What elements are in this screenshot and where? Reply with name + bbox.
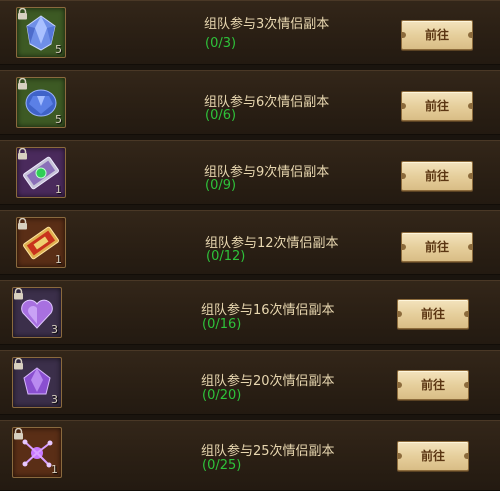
lock-icon (14, 358, 23, 370)
task-row: 1 组队参与9次情侣副本 (0/9) 前往 (0, 140, 500, 205)
reward-count: 1 (51, 463, 58, 476)
reward-count: 1 (55, 183, 62, 196)
task-name: 组队参与3次情侣副本 (204, 17, 330, 32)
task-progress: (0/12) (206, 249, 246, 264)
go-button[interactable]: 前往 (401, 20, 473, 50)
lock-icon (14, 428, 23, 440)
reward-count: 3 (51, 393, 58, 406)
reward-count: 5 (55, 43, 62, 56)
go-button[interactable]: 前往 (401, 161, 473, 191)
reward-slot[interactable]: 5 (16, 77, 66, 128)
task-row: 3 组队参与16次情侣副本 (0/16) 前往 (0, 280, 500, 345)
task-progress: (0/16) (202, 317, 242, 332)
reward-count: 1 (55, 253, 62, 266)
task-progress: (0/6) (205, 108, 237, 123)
task-row: 1 组队参与12次情侣副本 (0/12) 前往 (0, 210, 500, 275)
task-progress: (0/20) (202, 388, 242, 403)
go-button[interactable]: 前往 (397, 299, 469, 329)
lock-icon (18, 78, 27, 90)
lock-icon (14, 288, 23, 300)
task-row: 1 组队参与25次情侣副本 (0/25) 前往 (0, 420, 500, 491)
task-row: 3 组队参与20次情侣副本 (0/20) 前往 (0, 350, 500, 415)
task-progress: (0/9) (205, 178, 237, 193)
reward-count: 3 (51, 323, 58, 336)
reward-slot[interactable]: 3 (12, 357, 62, 408)
lock-icon (18, 148, 27, 160)
go-button[interactable]: 前往 (401, 232, 473, 262)
go-button[interactable]: 前往 (397, 441, 469, 471)
lock-icon (18, 8, 27, 20)
reward-slot[interactable]: 3 (12, 287, 62, 338)
reward-slot[interactable]: 5 (16, 7, 66, 58)
task-row: 5 组队参与3次情侣副本 (0/3) 前往 (0, 0, 500, 65)
reward-count: 5 (55, 113, 62, 126)
task-list: 5 组队参与3次情侣副本 (0/3) 前往 5 组队参与6次情侣副本 (0/6)… (0, 0, 500, 491)
task-row: 5 组队参与6次情侣副本 (0/6) 前往 (0, 70, 500, 135)
task-name: 组队参与25次情侣副本 (201, 444, 335, 459)
reward-slot[interactable]: 1 (12, 427, 62, 478)
lock-icon (18, 218, 27, 230)
task-progress: (0/3) (205, 36, 237, 51)
go-button[interactable]: 前往 (397, 370, 469, 400)
reward-slot[interactable]: 1 (16, 147, 66, 198)
task-name: 组队参与20次情侣副本 (201, 374, 335, 389)
reward-slot[interactable]: 1 (16, 217, 66, 268)
task-name: 组队参与16次情侣副本 (201, 303, 335, 318)
task-progress: (0/25) (202, 458, 242, 473)
go-button[interactable]: 前往 (401, 91, 473, 121)
